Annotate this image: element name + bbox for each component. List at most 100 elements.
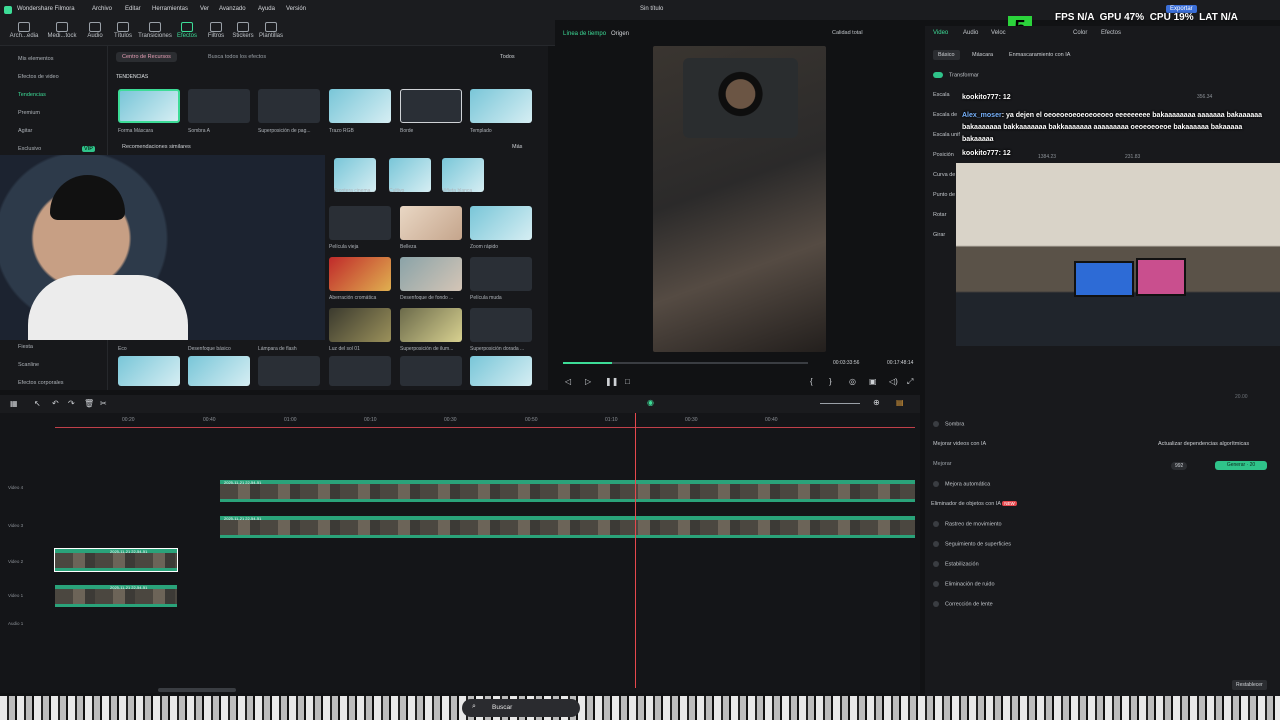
mark-out-icon[interactable]: } xyxy=(829,377,832,386)
effects-search-input[interactable]: Busca todos los efectos xyxy=(208,54,266,60)
menu-avanzado[interactable]: Avanzado xyxy=(219,6,246,12)
generate-button[interactable]: Generar · 20 xyxy=(1215,461,1267,470)
shadow-section[interactable]: Sombra xyxy=(933,421,964,427)
effect-thumb[interactable] xyxy=(389,158,431,192)
effect-thumb[interactable] xyxy=(188,356,250,386)
ai-item[interactable]: Corrección de lente xyxy=(933,601,993,607)
effect-thumb[interactable] xyxy=(470,356,532,386)
select-icon[interactable]: ↖ xyxy=(34,399,41,408)
grid-icon[interactable]: ▦ xyxy=(10,399,18,408)
nav-premium[interactable]: Premium xyxy=(18,110,40,116)
ai-item[interactable]: Rastreo de movimiento xyxy=(933,521,1002,527)
clip-video2[interactable]: 2025-11-21 22-54-51 xyxy=(54,548,178,572)
delete-icon[interactable]: 🗑 xyxy=(84,399,94,408)
effect-thumb[interactable] xyxy=(470,308,532,342)
tab-color[interactable]: Color xyxy=(1073,30,1087,36)
nav-video-effects[interactable]: Efectos de video xyxy=(18,74,59,80)
effect-thumb[interactable] xyxy=(329,89,391,123)
effect-thumb[interactable] xyxy=(329,206,391,240)
track-label: Video 3 xyxy=(8,523,24,528)
clip-video1[interactable]: 2025-11-21 22-54-51 xyxy=(55,585,177,607)
tab-speed[interactable]: Veloc xyxy=(991,30,1006,36)
ai-item[interactable]: Estabilización xyxy=(933,561,979,567)
nav-exclusive[interactable]: Exclusivo xyxy=(18,146,41,152)
menu-archivo[interactable]: Archivo xyxy=(92,6,112,12)
undo-icon[interactable]: ↶ xyxy=(52,399,59,408)
quality-select[interactable]: Calidad total xyxy=(832,30,863,36)
play-icon[interactable]: ▷ xyxy=(585,377,591,386)
effect-thumb[interactable] xyxy=(442,158,484,192)
filter-select[interactable]: Todos xyxy=(500,54,515,60)
pause-icon[interactable]: ❚❚ xyxy=(605,377,618,386)
effect-thumb[interactable] xyxy=(400,89,462,123)
cut-icon[interactable]: ✂ xyxy=(100,399,107,408)
effect-thumb[interactable] xyxy=(118,89,180,123)
effect-thumb[interactable] xyxy=(329,257,391,291)
effect-thumb[interactable] xyxy=(400,206,462,240)
effect-thumb[interactable] xyxy=(258,89,320,123)
ai-item[interactable]: Seguimiento de superficies xyxy=(933,541,1011,547)
effect-thumb[interactable] xyxy=(400,356,462,386)
playhead[interactable] xyxy=(635,413,636,688)
effect-thumb[interactable] xyxy=(400,308,462,342)
effect-thumb[interactable] xyxy=(334,158,376,192)
nav-trending[interactable]: Tendencias xyxy=(18,92,46,98)
tool-media[interactable]: Arch...edia xyxy=(4,22,44,39)
effect-thumb[interactable] xyxy=(400,257,462,291)
clip-video3[interactable]: 2025-11-21 22-54-51 xyxy=(220,516,915,538)
progress-track[interactable] xyxy=(563,362,808,364)
subtab-ai-mask[interactable]: Enmascaramiento con IA xyxy=(1009,52,1070,58)
layout-icon[interactable]: ▤ xyxy=(896,398,904,407)
stop-icon[interactable]: □ xyxy=(625,377,630,386)
tab-video[interactable]: Video xyxy=(933,30,948,36)
resource-center-button[interactable]: Centro de Recursos xyxy=(116,52,177,62)
nav-body-effects[interactable]: Efectos corporales xyxy=(18,380,64,386)
effect-thumb[interactable] xyxy=(470,89,532,123)
tab-effects[interactable]: Efectos xyxy=(1101,30,1121,36)
transform-toggle[interactable]: Transformar xyxy=(933,72,979,78)
camera-icon[interactable]: ▣ xyxy=(869,377,877,386)
menu-ver[interactable]: Ver xyxy=(200,6,209,12)
ai-item[interactable]: Mejora automática xyxy=(933,481,990,487)
more-link[interactable]: Más xyxy=(512,144,522,150)
menu-ayuda[interactable]: Ayuda xyxy=(258,6,275,12)
fullscreen-icon[interactable]: ⤢ xyxy=(907,377,913,387)
nav-shake[interactable]: Agitar xyxy=(18,128,32,134)
zoom-in-icon[interactable]: ⊕ xyxy=(873,398,880,407)
tab-audio[interactable]: Audio xyxy=(963,30,978,36)
render-icon[interactable]: ◉ xyxy=(647,398,654,407)
subtab-basic[interactable]: Básico xyxy=(933,50,960,60)
timeline-scrollbar[interactable] xyxy=(158,688,236,692)
ai-item[interactable]: Eliminador de objetos con IA NEW xyxy=(931,501,1017,507)
menu-editar[interactable]: Editar xyxy=(125,6,141,12)
update-dependencies-link[interactable]: Actualizar dependencias algorítmicas xyxy=(1158,441,1249,447)
nav-scanline[interactable]: Scanline xyxy=(18,362,39,368)
volume-icon[interactable]: ◁) xyxy=(889,377,898,386)
effect-label: Belleza xyxy=(400,244,417,250)
ai-item[interactable]: Eliminación de ruido xyxy=(933,581,995,587)
effect-thumb[interactable] xyxy=(188,89,250,123)
tool-templates[interactable]: Plantillas xyxy=(251,22,291,39)
opacity-value[interactable]: 20.00 xyxy=(1235,394,1248,400)
menu-version[interactable]: Versión xyxy=(286,6,306,12)
effect-thumb[interactable] xyxy=(118,356,180,386)
mark-in-icon[interactable]: { xyxy=(810,377,813,386)
effect-thumb[interactable] xyxy=(258,356,320,386)
taskbar-search[interactable]: ⌕ Buscar xyxy=(462,699,580,717)
effect-thumb[interactable] xyxy=(470,257,532,291)
effect-thumb[interactable] xyxy=(329,356,391,386)
nav-party[interactable]: Fiesta xyxy=(18,344,33,350)
prev-frame-icon[interactable]: ◁ xyxy=(565,377,571,386)
effect-thumb[interactable] xyxy=(329,308,391,342)
effect-thumb[interactable] xyxy=(470,206,532,240)
menu-herramientas[interactable]: Herramientas xyxy=(152,6,188,12)
subtab-mask[interactable]: Máscara xyxy=(972,52,993,58)
snapshot-icon[interactable]: ◎ xyxy=(849,377,856,386)
clip-video4[interactable]: 2025-11-21 22-54-51 xyxy=(220,480,915,502)
nav-my-elements[interactable]: Mis elementos xyxy=(18,56,53,62)
reset-button[interactable]: Restablecer xyxy=(1232,680,1267,690)
redo-icon[interactable]: ↷ xyxy=(68,399,75,408)
zoom-slider[interactable] xyxy=(820,403,860,404)
tab-timeline[interactable]: Línea de tiempo xyxy=(563,31,606,37)
tab-source[interactable]: Origen xyxy=(611,31,629,37)
